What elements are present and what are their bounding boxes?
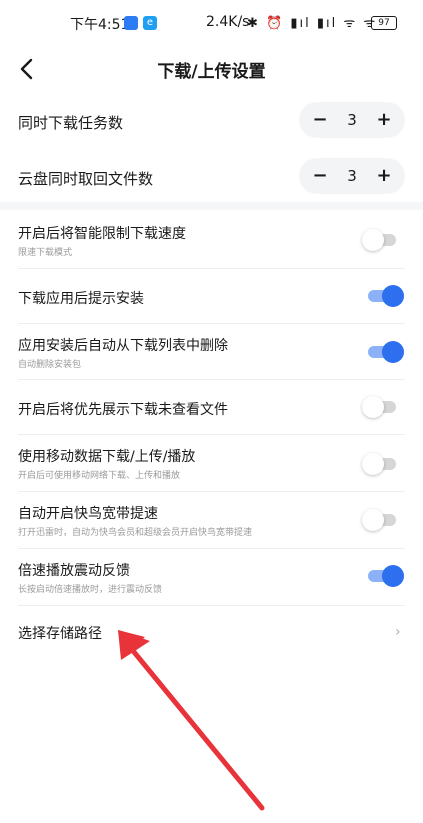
stepper-value: 3 — [347, 111, 357, 129]
row-title: 应用安装后自动从下载列表中删除 — [18, 338, 228, 354]
row-title: 自动开启快鸟宽带提速 — [18, 506, 158, 522]
section-divider — [0, 202, 423, 210]
row-subtitle: 打开迅雷时，自动为快鸟会员和超级会员开启快鸟宽带提速 — [18, 528, 253, 538]
toggle-row-install-prompt: 下载应用后提示安装 — [0, 269, 423, 324]
increment-button[interactable]: + — [367, 158, 401, 194]
app-notification-icon-e: e — [143, 16, 157, 30]
app-notification-icon — [124, 16, 138, 30]
row-subtitle: 长按启动倍速播放时，进行震动反馈 — [18, 585, 163, 595]
nav-bar: 下载/上传设置 — [0, 48, 423, 90]
smart-speed-limit-toggle[interactable] — [362, 229, 404, 251]
chevron-right-icon: › — [395, 624, 401, 640]
stepper-label: 云盘同时取回文件数 — [18, 170, 154, 188]
row-title: 倍速播放震动反馈 — [18, 563, 130, 579]
prioritize-unviewed-toggle[interactable] — [362, 396, 404, 418]
status-time: 下午4:51 — [70, 17, 130, 33]
status-bar: 下午4:51 e 2.4K/s ✱ ⏰ ▮ıl ▮ıl ᯤ ᯤ 97 — [0, 0, 423, 44]
mobile-data-toggle[interactable] — [362, 453, 404, 475]
auto-delete-toggle[interactable] — [362, 341, 404, 363]
row-subtitle: 开启后可使用移动网络下载、上传和播放 — [18, 471, 181, 481]
row-subtitle: 限速下载模式 — [18, 248, 73, 258]
download-tasks-stepper: − 3 + — [299, 102, 405, 138]
install-prompt-toggle[interactable] — [362, 285, 404, 307]
row-title: 开启后将智能限制下载速度 — [18, 226, 186, 242]
row-title: 下载应用后提示安装 — [18, 291, 144, 307]
battery-icon: 97 — [371, 16, 397, 30]
stepper-row-download-tasks: 同时下载任务数 − 3 + — [0, 98, 423, 148]
decrement-button[interactable]: − — [303, 158, 337, 194]
cloud-retrieve-stepper: − 3 + — [299, 158, 405, 194]
stepper-value: 3 — [347, 167, 357, 185]
status-icons: ✱ ⏰ ▮ıl ▮ıl ᯤ ᯤ — [247, 16, 378, 31]
toggle-row-prioritize-unviewed: 开启后将优先展示下载未查看文件 — [0, 380, 423, 435]
row-subtitle: 自动删除安装包 — [18, 360, 82, 370]
toggle-row-mobile-data: 使用移动数据下载/上传/播放 开启后可使用移动网络下载、上传和播放 — [0, 435, 423, 492]
row-title: 使用移动数据下载/上传/播放 — [18, 449, 196, 465]
toggle-row-auto-delete: 应用安装后自动从下载列表中删除 自动删除安装包 — [0, 324, 423, 380]
decrement-button[interactable]: − — [303, 102, 337, 138]
stepper-row-cloud-retrieve: 云盘同时取回文件数 − 3 + — [0, 154, 423, 204]
vibration-feedback-toggle[interactable] — [362, 565, 404, 587]
stepper-label: 同时下载任务数 — [18, 114, 124, 132]
storage-path-label: 选择存储路径 — [18, 626, 102, 642]
storage-path-row[interactable]: 选择存储路径 › — [0, 606, 423, 658]
kuainiao-boost-toggle[interactable] — [362, 509, 404, 531]
toggle-row-kuainiao-boost: 自动开启快鸟宽带提速 打开迅雷时，自动为快鸟会员和超级会员开启快鸟宽带提速 — [0, 492, 423, 549]
network-speed: 2.4K/s — [206, 14, 250, 30]
toggle-row-vibration-feedback: 倍速播放震动反馈 长按启动倍速播放时，进行震动反馈 — [0, 549, 423, 606]
page-title: 下载/上传设置 — [157, 62, 266, 82]
row-title: 开启后将优先展示下载未查看文件 — [18, 402, 228, 418]
toggle-row-smart-speed-limit: 开启后将智能限制下载速度 限速下载模式 — [0, 212, 423, 269]
increment-button[interactable]: + — [367, 102, 401, 138]
